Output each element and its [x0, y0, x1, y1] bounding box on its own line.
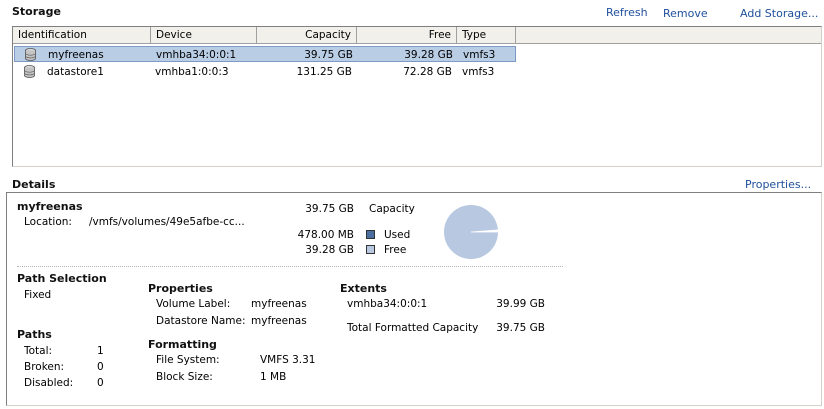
paths-total-value: 1	[97, 345, 104, 357]
datastore-name-label: Datastore Name:	[156, 315, 246, 327]
file-system-value: VMFS 3.31	[260, 354, 316, 366]
used-value: 478.00 MB	[297, 229, 354, 241]
details-section-title: Details	[12, 178, 56, 191]
free-label: Free	[384, 244, 407, 256]
datastore-type: vmfs3	[462, 66, 495, 78]
capacity-pie-chart	[444, 205, 499, 259]
details-panel: myfreenas Location: /vmfs/volumes/49e5af…	[6, 192, 822, 406]
block-size-value: 1 MB	[260, 371, 287, 383]
total-formatted-capacity-value: 39.75 GB	[496, 322, 545, 334]
free-legend-swatch	[366, 245, 375, 254]
location-value: /vmfs/volumes/49e5afbe-cc...	[89, 216, 245, 228]
capacity-label: Capacity	[369, 203, 415, 215]
used-label: Used	[384, 229, 411, 241]
datastore-row-myfreenas[interactable]: myfreenas vmhba34:0:0:1 39.75 GB 39.28 G…	[14, 46, 516, 62]
datastore-free: 39.28 GB	[404, 49, 453, 61]
used-legend-swatch	[366, 230, 375, 239]
capacity-value: 39.75 GB	[305, 203, 354, 215]
datastore-device: vmhba1:0:0:3	[155, 66, 229, 78]
storage-list-header-filler	[516, 27, 821, 44]
volume-label-value: myfreenas	[251, 298, 307, 310]
path-selection-title: Path Selection	[17, 272, 107, 285]
file-system-label: File System:	[156, 354, 220, 366]
datastore-name: datastore1	[47, 66, 104, 78]
free-value: 39.28 GB	[305, 244, 354, 256]
details-datastore-name: myfreenas	[17, 200, 83, 213]
datastore-type: vmfs3	[463, 49, 496, 61]
extent-device: vmhba34:0:0:1	[347, 298, 428, 310]
remove-link[interactable]: Remove	[663, 7, 708, 20]
properties-title: Properties	[148, 282, 213, 295]
paths-broken-value: 0	[97, 361, 104, 373]
column-header-capacity[interactable]: Capacity	[257, 27, 357, 44]
datastore-name-value: myfreenas	[251, 315, 307, 327]
formatting-title: Formatting	[148, 338, 217, 351]
datastore-free: 72.28 GB	[403, 66, 452, 78]
refresh-link[interactable]: Refresh	[606, 6, 648, 19]
total-formatted-capacity-label: Total Formatted Capacity	[347, 322, 479, 334]
properties-link[interactable]: Properties...	[745, 178, 811, 191]
datastore-device: vmhba34:0:0:1	[156, 49, 237, 61]
datastore-row-datastore1[interactable]: datastore1 vmhba1:0:0:3 131.25 GB 72.28 …	[14, 64, 516, 80]
storage-list-header: Identification Device Capacity Free Type	[13, 27, 516, 44]
datastore-capacity: 39.75 GB	[304, 49, 353, 61]
datastore-name: myfreenas	[48, 49, 104, 61]
storage-section-title: Storage	[12, 5, 61, 18]
paths-total-label: Total:	[24, 345, 53, 357]
location-label: Location:	[24, 216, 72, 228]
datastore-icon	[25, 48, 36, 64]
add-storage-link[interactable]: Add Storage...	[740, 7, 818, 20]
paths-title: Paths	[17, 328, 52, 341]
block-size-label: Block Size:	[156, 371, 213, 383]
column-header-type[interactable]: Type	[457, 27, 516, 44]
paths-disabled-label: Disabled:	[24, 377, 74, 389]
column-header-identification[interactable]: Identification	[13, 27, 151, 44]
paths-disabled-value: 0	[97, 377, 104, 389]
column-header-device[interactable]: Device	[151, 27, 257, 44]
column-header-free[interactable]: Free	[357, 27, 457, 44]
storage-list[interactable]: Identification Device Capacity Free Type…	[12, 26, 822, 167]
volume-label-label: Volume Label:	[156, 298, 231, 310]
extents-title: Extents	[340, 282, 387, 295]
extent-device-size: 39.99 GB	[496, 298, 545, 310]
datastore-capacity: 131.25 GB	[296, 66, 352, 78]
details-divider	[17, 266, 563, 267]
datastore-icon	[24, 65, 35, 81]
path-selection-value: Fixed	[24, 289, 52, 301]
paths-broken-label: Broken:	[24, 361, 65, 373]
